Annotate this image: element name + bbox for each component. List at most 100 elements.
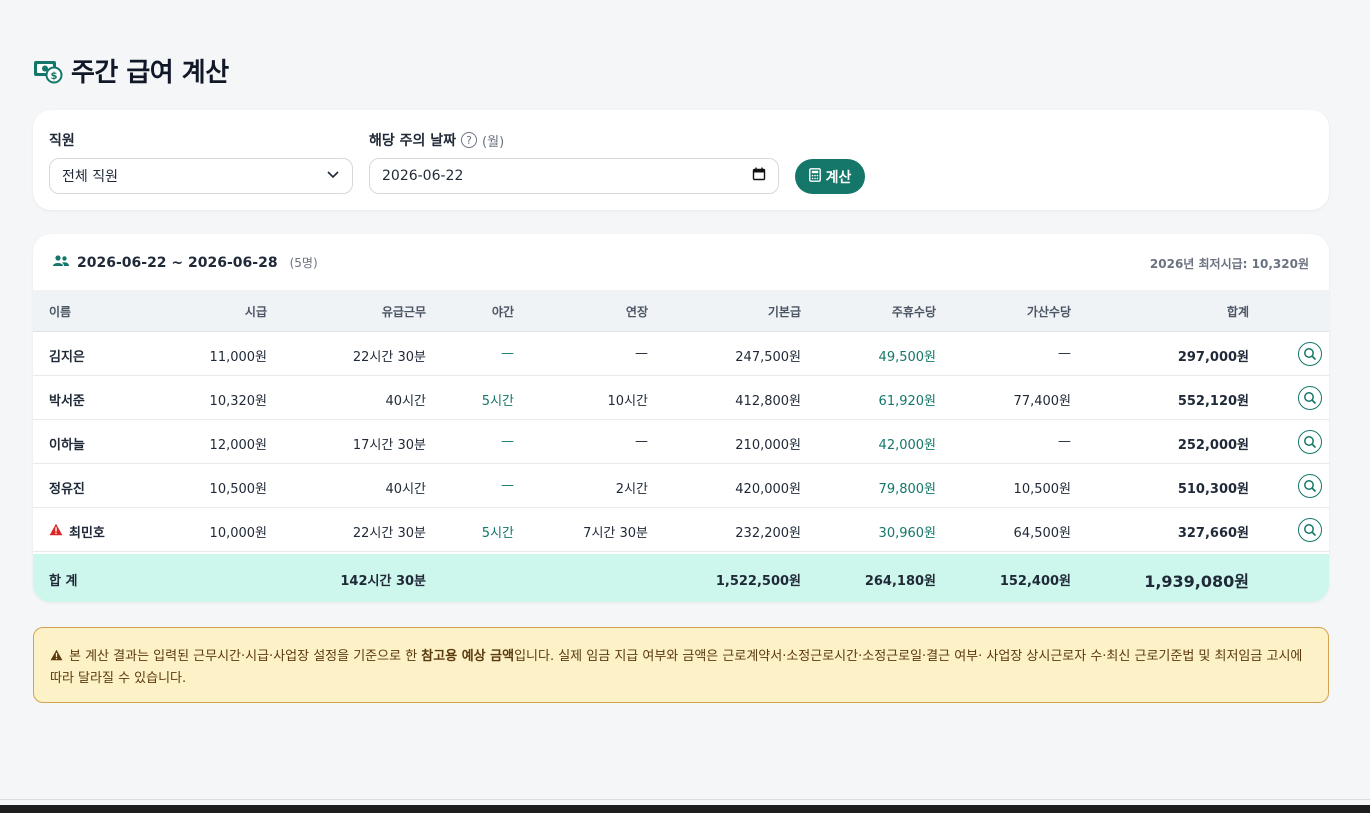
cell-wage: 10,000원 — [209, 526, 267, 541]
cell-weekly: 30,960원 — [878, 526, 936, 541]
cell-night: — — [501, 434, 514, 449]
date-note: (월) — [482, 134, 505, 150]
employee-name-text: 박서준 — [49, 394, 85, 409]
cell-overtime: — — [635, 346, 648, 361]
cell-base: 210,000원 — [735, 438, 801, 453]
cell-paid: 22시간 30분 — [352, 350, 426, 365]
cell-extra: — — [1058, 346, 1071, 361]
cell-wage: 10,320원 — [209, 394, 267, 409]
notice-prefix: 본 계산 결과는 입력된 근무시간·시급·사업장 설정을 기준으로 한 — [69, 649, 422, 664]
employee-name: 정유진 — [49, 478, 85, 497]
help-icon[interactable]: ? — [461, 132, 478, 148]
cell-weekly: 42,000원 — [878, 438, 936, 453]
money-icon: $ — [33, 56, 63, 86]
period-range: 2026-06-22 ~ 2026-06-28 — [77, 254, 278, 271]
table-row[interactable]: 박서준 10,320원 40시간 5시간 10시간 412,800원 61,92… — [33, 376, 1329, 420]
result-header: 2026-06-22 ~ 2026-06-28 (5명) 2026년 최저시급:… — [33, 234, 1329, 290]
cell-total: 252,000원 — [1177, 438, 1249, 453]
detail-search-icon[interactable] — [1298, 474, 1322, 498]
detail-search-icon[interactable] — [1298, 342, 1322, 366]
employee-label-text: 직원 — [49, 133, 75, 149]
cell-paid: 40시간 — [385, 394, 426, 409]
cell-night: 5시간 — [481, 394, 514, 409]
chevron-down-icon — [326, 167, 340, 185]
title-row: $ 주간 급여 계산 — [33, 52, 229, 89]
warning-icon — [49, 523, 63, 540]
col-weekly: 주휴수당 — [891, 305, 936, 319]
cell-total: 327,660원 — [1177, 526, 1249, 541]
table-row[interactable]: 최민호 10,000원 22시간 30분 5시간 7시간 30분 232,200… — [33, 508, 1329, 552]
totals-row: 합 계 142시간 30분 1,522,500원 264,180원 152,40… — [33, 554, 1329, 602]
employee-name-text: 김지은 — [49, 350, 85, 365]
employee-name: 이하늘 — [49, 434, 85, 453]
employee-name-text: 정유진 — [49, 482, 85, 497]
disclaimer-notice: 본 계산 결과는 입력된 근무시간·시급·사업장 설정을 기준으로 한 참고용 … — [33, 627, 1329, 703]
employee-name: 김지은 — [49, 346, 85, 365]
cell-base: 412,800원 — [735, 394, 801, 409]
cell-wage: 12,000원 — [209, 438, 267, 453]
cell-overtime: 2시간 — [615, 482, 648, 497]
cell-base: 420,000원 — [735, 482, 801, 497]
bottom-bar — [0, 805, 1370, 813]
period-block: 2026-06-22 ~ 2026-06-28 (5명) — [53, 254, 318, 271]
cell-paid: 17시간 30분 — [352, 438, 426, 453]
calculate-button-label: 계산 — [825, 169, 852, 186]
calculate-button[interactable]: 계산 — [795, 159, 865, 194]
cell-total: 510,300원 — [1177, 482, 1249, 497]
employee-name: 최민호 — [49, 522, 105, 541]
total-base: 1,522,500원 — [715, 574, 801, 589]
cell-night: 5시간 — [481, 526, 514, 541]
employee-name-text: 이하늘 — [49, 438, 85, 453]
col-extra: 가산수당 — [1026, 305, 1071, 319]
detail-search-icon[interactable] — [1298, 430, 1322, 454]
total-weekly: 264,180원 — [864, 574, 936, 589]
col-paid: 유급근무 — [381, 305, 426, 319]
employee-select[interactable]: 전체 직원 — [49, 158, 353, 194]
users-icon — [53, 254, 69, 271]
page-title: 주간 급여 계산 — [71, 58, 229, 88]
cell-total: 552,120원 — [1177, 394, 1249, 409]
cell-weekly: 49,500원 — [878, 350, 936, 365]
table-row[interactable]: 김지은 11,000원 22시간 30분 — — 247,500원 49,500… — [33, 332, 1329, 376]
warning-icon — [50, 647, 63, 668]
grand-total: 1,939,080원 — [1144, 572, 1249, 591]
cell-overtime: 7시간 30분 — [583, 526, 648, 541]
calendar-icon[interactable] — [752, 167, 766, 185]
min-wage-info: 2026년 최저시급: 10,320원 — [1149, 257, 1309, 271]
date-label: 해당 주의 날짜 ? (월) — [369, 130, 504, 150]
cell-weekly: 61,920원 — [878, 394, 936, 409]
cell-night: — — [501, 346, 514, 361]
bottom-divider — [0, 799, 1370, 800]
employee-name: 박서준 — [49, 390, 85, 409]
totals-label: 합 계 — [49, 574, 78, 589]
headcount: (5명) — [289, 256, 318, 270]
cell-base: 232,200원 — [735, 526, 801, 541]
table-row[interactable]: 이하늘 12,000원 17시간 30분 — — 210,000원 42,000… — [33, 420, 1329, 464]
cell-overtime: — — [635, 434, 648, 449]
cell-paid: 40시간 — [385, 482, 426, 497]
cell-night: — — [501, 478, 514, 493]
detail-search-icon[interactable] — [1298, 386, 1322, 410]
cell-extra: 77,400원 — [1013, 394, 1071, 409]
col-overtime: 연장 — [625, 305, 648, 319]
cell-total: 297,000원 — [1177, 350, 1249, 365]
svg-text:$: $ — [51, 71, 58, 82]
cell-base: 247,500원 — [735, 350, 801, 365]
detail-search-icon[interactable] — [1298, 518, 1322, 542]
employee-select-value: 전체 직원 — [62, 169, 118, 185]
col-wage: 시급 — [244, 305, 267, 319]
col-total: 합계 — [1226, 305, 1249, 319]
total-paid: 142시간 30분 — [340, 574, 426, 589]
cell-extra: 64,500원 — [1013, 526, 1071, 541]
date-label-text: 해당 주의 날짜 — [369, 133, 457, 149]
cell-weekly: 79,800원 — [878, 482, 936, 497]
table-row[interactable]: 정유진 10,500원 40시간 — 2시간 420,000원 79,800원 … — [33, 464, 1329, 508]
notice-emphasis: 참고용 예상 금액 — [421, 649, 515, 664]
calculator-icon — [808, 167, 821, 186]
table-header: 이름 시급 유급근무 야간 연장 기본급 주휴수당 가산수당 합계 — [33, 290, 1329, 332]
total-extra: 152,400원 — [999, 574, 1071, 589]
result-card: 2026-06-22 ~ 2026-06-28 (5명) 2026년 최저시급:… — [33, 234, 1329, 602]
employee-name-text: 최민호 — [69, 526, 105, 541]
cell-extra: 10,500원 — [1013, 482, 1071, 497]
date-input[interactable]: 2026-06-22 — [369, 158, 779, 194]
